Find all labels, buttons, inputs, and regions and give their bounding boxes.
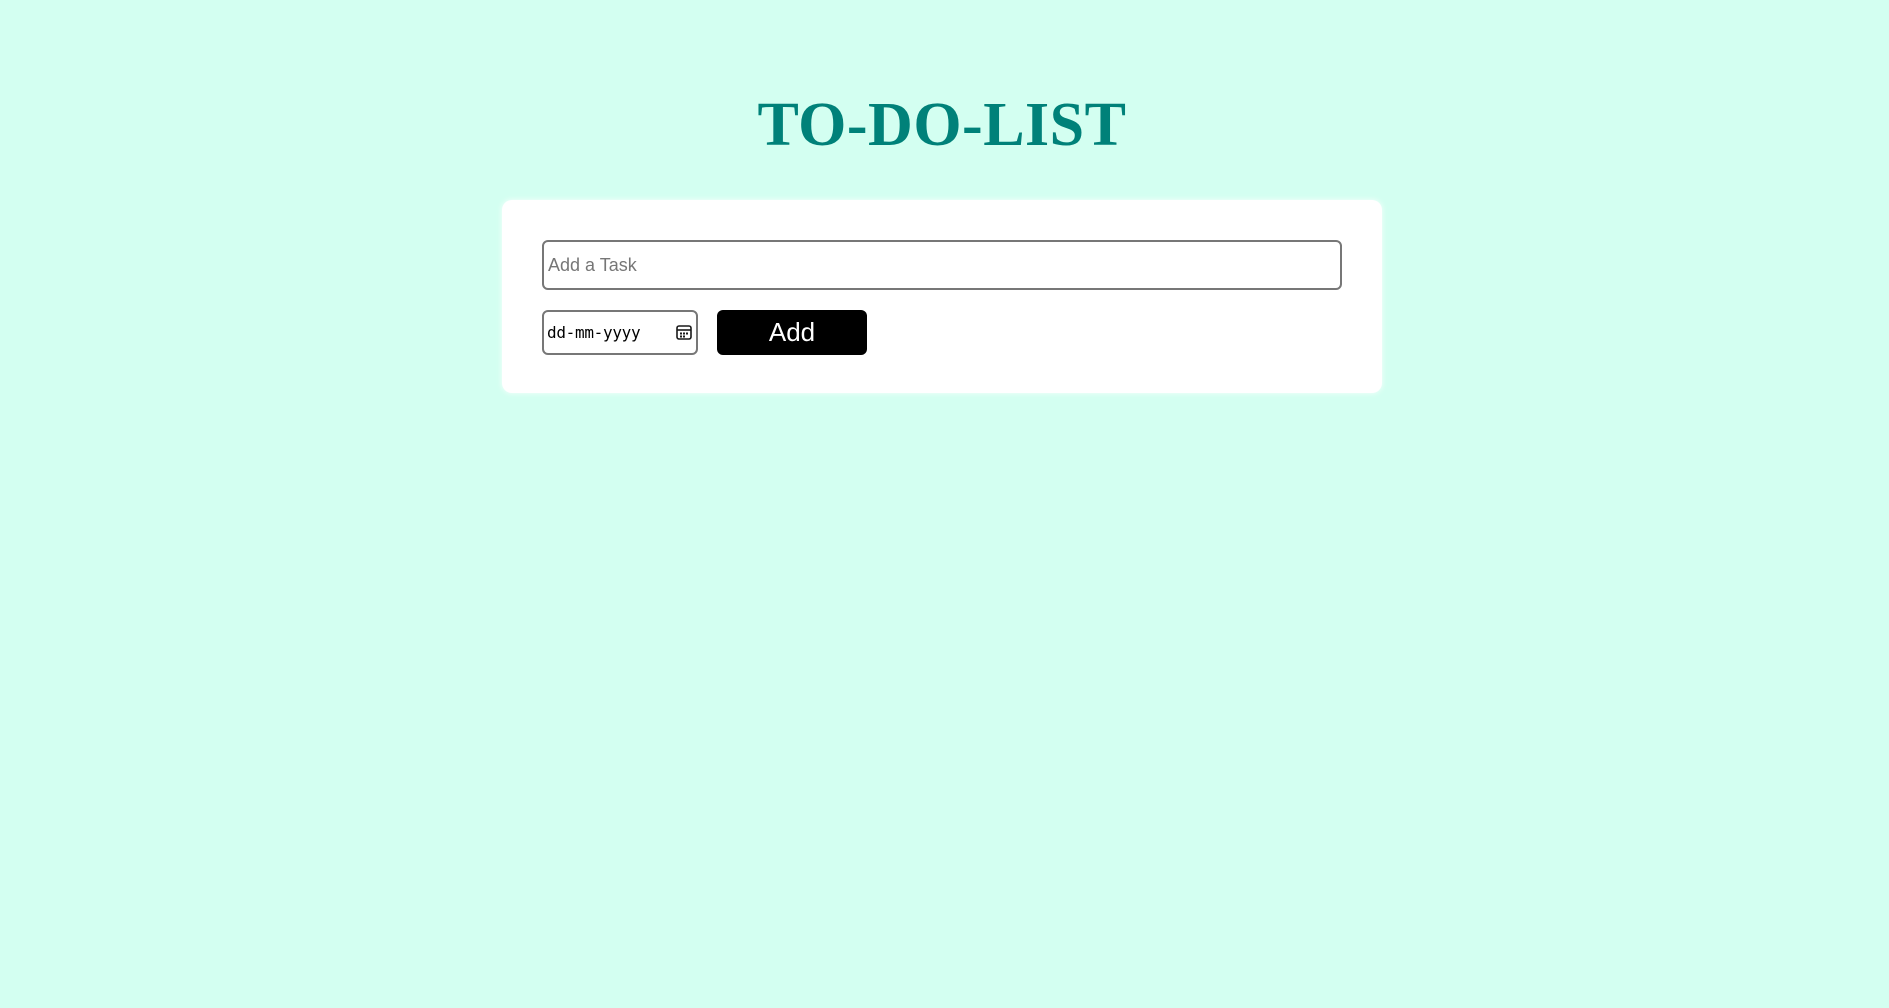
add-button[interactable]: Add [717,310,867,355]
calendar-icon[interactable] [675,323,693,341]
task-input[interactable] [542,240,1342,290]
page-title: TO-DO-LIST [757,91,1127,159]
todo-form-card: dd-mm-yyyy Add [502,200,1382,393]
due-date-input[interactable]: dd-mm-yyyy [542,310,698,355]
date-placeholder: dd-mm-yyyy [547,323,641,342]
